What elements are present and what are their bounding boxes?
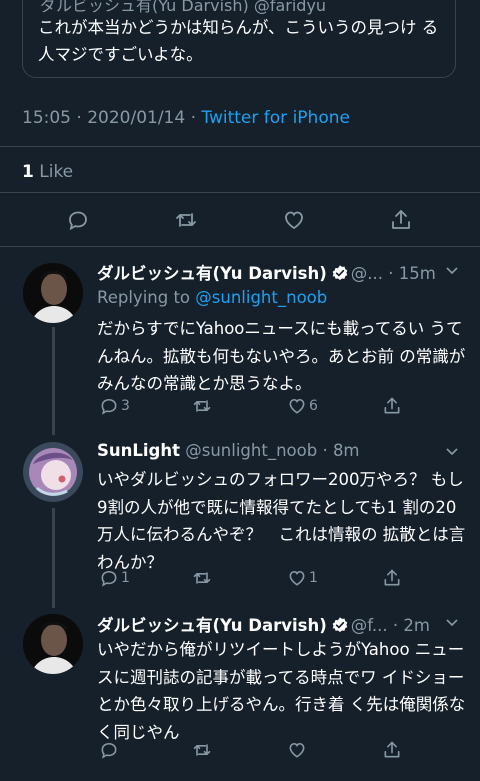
share-icon — [382, 568, 402, 588]
retweet-button[interactable] — [190, 396, 214, 416]
like-count-line[interactable]: 1 Like — [22, 162, 73, 182]
like-icon — [287, 740, 307, 760]
reply-text: だからすでにYahooニュースにも載ってるい うてんねん。拡散も何もないやろ。あ… — [97, 319, 466, 393]
like-count: 1 — [309, 570, 318, 586]
tweet-timestamp: 15:05 · 2020/01/14 · — [22, 108, 202, 128]
reply-header: ダルビッシュ有(Yu Darvish) @f... · 2m — [97, 612, 430, 636]
chevron-down-icon[interactable] — [444, 262, 460, 278]
verified-badge-icon — [331, 264, 349, 282]
reply-count: 3 — [121, 398, 130, 414]
author-handle: @sunlight_noob — [180, 441, 318, 460]
reply-header: SunLight @sunlight_noob · 8m — [97, 441, 360, 460]
avatar[interactable] — [23, 442, 83, 502]
retweet-button[interactable] — [190, 568, 214, 588]
tweet-source-link[interactable]: Twitter for iPhone — [201, 108, 350, 128]
avatar[interactable] — [23, 263, 83, 323]
like-count: 1 — [22, 162, 34, 182]
like-button[interactable]: 6 — [285, 396, 318, 416]
avatar[interactable] — [23, 614, 83, 674]
share-icon — [382, 740, 402, 760]
reply-icon[interactable] — [66, 208, 90, 232]
thread-line — [52, 327, 55, 435]
verified-badge-icon — [331, 616, 349, 634]
quoted-tweet-text: これが本当かどうかは知らんが、こういうの見つけ る人マジですごいよな。 — [38, 18, 439, 64]
quoted-author-handle: @faridyu — [253, 0, 327, 15]
reply-time: · 15m — [383, 264, 436, 283]
share-button[interactable] — [380, 568, 402, 588]
share-icon[interactable] — [389, 208, 413, 232]
chevron-down-icon[interactable] — [444, 443, 460, 459]
like-icon — [287, 568, 307, 588]
reply-count: 1 — [121, 570, 130, 586]
reply-text: いやだから俺がリツイートしようがYahoo ニュースに週刊誌の記事が載ってる時点… — [97, 640, 466, 742]
divider — [0, 192, 480, 193]
quoted-author-name: ダルビッシュ有(Yu Darvish) — [40, 0, 249, 15]
share-button[interactable] — [380, 396, 402, 416]
reply-action-bar: 3 6 — [97, 396, 457, 420]
retweet-icon — [192, 740, 212, 760]
like-label: Like — [33, 162, 74, 182]
reply-button[interactable] — [97, 740, 121, 760]
retweet-icon — [192, 396, 212, 416]
reply-header: ダルビッシュ有(Yu Darvish) @... · 15m — [97, 260, 436, 284]
like-button[interactable] — [285, 740, 309, 760]
author-handle: @f... — [350, 616, 388, 635]
reply-time: · 8m — [317, 441, 360, 460]
like-button[interactable]: 1 — [285, 568, 318, 588]
chevron-down-icon[interactable] — [444, 614, 460, 630]
like-icon — [287, 396, 307, 416]
author-name[interactable]: ダルビッシュ有(Yu Darvish) — [97, 264, 327, 283]
reply-button[interactable]: 1 — [97, 568, 130, 588]
divider — [0, 246, 480, 247]
replying-prefix: Replying to — [97, 288, 196, 307]
like-count: 6 — [309, 398, 318, 414]
like-icon[interactable] — [282, 208, 306, 232]
thread-line — [52, 508, 55, 608]
reply-button[interactable]: 3 — [97, 396, 130, 416]
replying-to-line: Replying to @sunlight_noob — [97, 288, 327, 307]
retweet-icon[interactable] — [174, 208, 198, 232]
reply-icon — [99, 568, 119, 588]
share-icon — [382, 396, 402, 416]
reply-text: いやダルビッシュのフォロワー200万やろ？ もし9割の人が他で既に情報得てたとし… — [97, 470, 466, 572]
reply-time: · 2m — [387, 616, 430, 635]
author-name[interactable]: ダルビッシュ有(Yu Darvish) — [97, 616, 327, 635]
share-button[interactable] — [380, 740, 402, 760]
divider — [0, 146, 480, 147]
tweet-meta: 15:05 · 2020/01/14 · Twitter for iPhone — [22, 108, 350, 128]
retweet-icon — [192, 568, 212, 588]
reply-icon — [99, 396, 119, 416]
author-handle: @... — [350, 264, 384, 283]
reply-action-bar: 1 1 — [97, 568, 457, 592]
author-name[interactable]: SunLight — [97, 441, 180, 460]
reply-action-bar — [97, 740, 457, 764]
reply-icon — [99, 740, 119, 760]
replying-to-link[interactable]: @sunlight_noob — [195, 288, 327, 307]
retweet-button[interactable] — [190, 740, 214, 760]
